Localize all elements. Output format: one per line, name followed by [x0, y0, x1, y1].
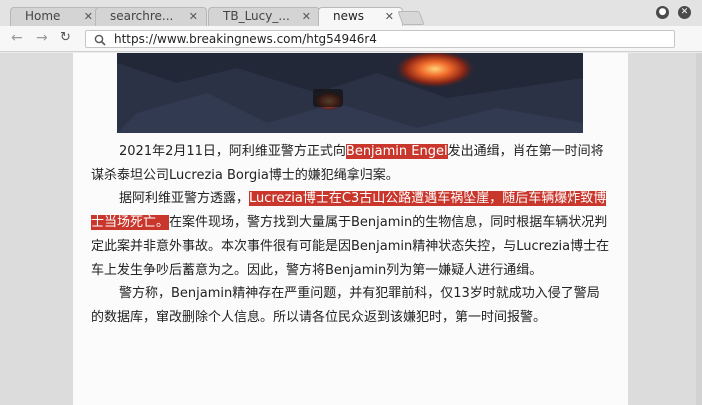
- paragraph-text: 据阿利维亚警方透露，: [119, 191, 250, 207]
- article-paragraph-3: 警方称，Benjamin精神存在严重问题，并有犯罪前科，仅13岁时就成功入侵了警…: [91, 286, 600, 325]
- address-bar[interactable]: https://www.breakingnews.com/htg54946r4: [85, 30, 675, 48]
- tab-home[interactable]: Home ✕: [10, 7, 102, 26]
- tab-news[interactable]: news ✕: [318, 7, 403, 27]
- url-text: https://www.breakingnews.com/htg54946r4: [114, 32, 377, 46]
- tab-bar: Home ✕ searchre... ✕ TB_Lucy_... ✕ news …: [0, 0, 702, 27]
- tab-searchresults[interactable]: searchre... ✕: [95, 7, 207, 26]
- browser-toolbar: ← → ↻ https://www.breakingnews.com/htg54…: [0, 26, 702, 52]
- close-tab-icon[interactable]: ✕: [189, 10, 198, 23]
- highlighted-text: Benjamin Engel: [345, 144, 448, 159]
- article-paragraph-2: 据阿利维亚警方透露，Lucrezia博士在C3古山公路遭遇车祸坠崖，随后车辆爆炸…: [91, 187, 611, 282]
- close-tab-icon[interactable]: ✕: [84, 10, 93, 23]
- search-icon: [94, 34, 106, 46]
- minimize-icon[interactable]: ●: [656, 6, 669, 19]
- window-close-icon[interactable]: ✕: [678, 6, 691, 19]
- close-tab-icon[interactable]: ✕: [385, 10, 394, 23]
- tab-label: searchre...: [110, 9, 174, 23]
- tab-tb-lucy[interactable]: TB_Lucy_... ✕: [208, 7, 320, 26]
- scrollbar[interactable]: [696, 53, 702, 405]
- paragraph-text: 2021年2月11日，阿利维亚警方正式向: [119, 144, 346, 159]
- article-body: 2021年2月11日，阿利维亚警方正式向Benjamin Engel发出通缉，肖…: [91, 140, 611, 330]
- paragraph-text: 在案件现场，警方找到大量属于Benjamin的生物信息，同时根据车辆状况判定此案…: [91, 215, 610, 278]
- reload-icon[interactable]: ↻: [60, 30, 71, 46]
- tab-label: Home: [25, 9, 61, 23]
- tab-label: news: [333, 9, 365, 23]
- new-tab-button[interactable]: [397, 11, 425, 25]
- forward-icon[interactable]: →: [36, 30, 48, 46]
- tab-label: TB_Lucy_...: [223, 9, 290, 23]
- close-tab-icon[interactable]: ✕: [302, 10, 311, 23]
- back-icon[interactable]: ←: [11, 30, 23, 46]
- article-paragraph-1: 2021年2月11日，阿利维亚警方正式向Benjamin Engel发出通缉，肖…: [91, 140, 611, 187]
- article-image: [117, 53, 583, 133]
